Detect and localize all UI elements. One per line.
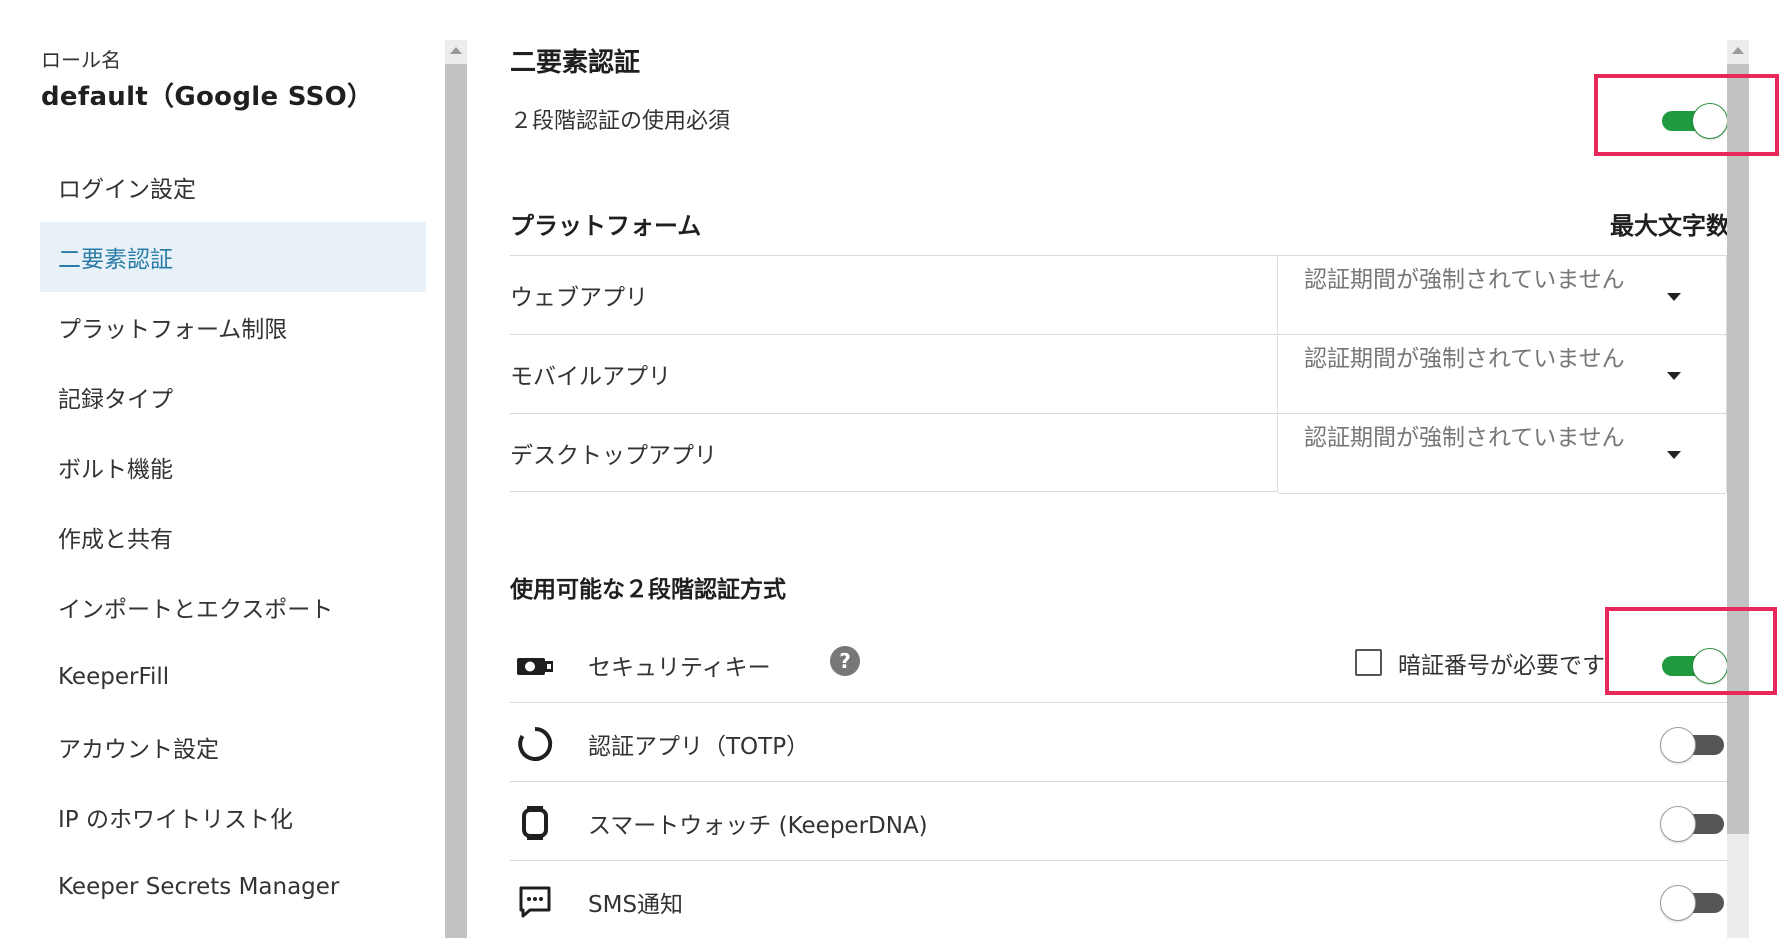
- authenticator-app-icon: [518, 726, 553, 761]
- select-value: 認証期間が強制されていません: [1304, 346, 1625, 372]
- smartwatch-icon: [522, 806, 548, 840]
- sidebar-item-login-settings[interactable]: ログイン設定: [40, 152, 426, 222]
- sidebar-item-account-settings[interactable]: アカウント設定: [40, 712, 426, 782]
- sidebar: ロール名 default（Google SSO） ログイン設定 二要素認証 プラ…: [0, 0, 445, 938]
- platform-timeout-select-desktop[interactable]: 認証期間が強制されていません: [1277, 413, 1727, 494]
- sidebar-item-platform-restrictions[interactable]: プラットフォーム制限: [40, 292, 426, 362]
- totp-toggle[interactable]: [1660, 727, 1726, 763]
- platform-timeout-select-mobile[interactable]: 認証期間が強制されていません: [1277, 334, 1727, 415]
- sidebar-nav: ログイン設定 二要素認証 プラットフォーム制限 記録タイプ ボルト機能 作成と共…: [40, 152, 426, 922]
- sidebar-item-record-types[interactable]: 記録タイプ: [40, 362, 426, 432]
- method-label: セキュリティキー: [588, 655, 771, 681]
- caret-down-icon: [1667, 451, 1681, 459]
- sidebar-scroll-thumb[interactable]: [445, 64, 467, 938]
- platform-header: プラットフォーム: [510, 212, 702, 240]
- methods-header: 使用可能な２段階認証方式: [510, 577, 786, 603]
- require-pin-label: 暗証番号が必要です: [1398, 653, 1605, 679]
- method-label: スマートウォッチ (KeeperDNA): [588, 813, 928, 839]
- toggle-knob: [1660, 885, 1696, 921]
- sidebar-item-keeperfill[interactable]: KeeperFill: [40, 642, 426, 712]
- sidebar-item-ip-whitelist[interactable]: IP のホワイトリスト化: [40, 782, 426, 852]
- page-title: 二要素認証: [510, 48, 641, 78]
- method-row-sms: SMS通知: [510, 861, 1727, 938]
- sms-toggle[interactable]: [1660, 885, 1726, 921]
- platform-row-mobile: モバイルアプリ 認証期間が強制されていません: [510, 334, 1727, 415]
- method-row-smartwatch: スマートウォッチ (KeeperDNA): [510, 782, 1727, 861]
- sidebar-item-secrets-manager[interactable]: Keeper Secrets Manager: [40, 852, 426, 922]
- sidebar-item-two-factor[interactable]: 二要素認証: [40, 222, 426, 292]
- role-name: default（Google SSO）: [41, 82, 374, 112]
- main-panel: 二要素認証 ２段階認証の使用必須 プラットフォーム 最大文字数 ウェブアプリ 認…: [510, 0, 1730, 938]
- toggle-knob: [1660, 727, 1696, 763]
- method-row-security-key: セキュリティキー ? 暗証番号が必要です: [510, 624, 1728, 703]
- main-scrollbar[interactable]: [1727, 40, 1749, 938]
- smartwatch-toggle[interactable]: [1660, 806, 1726, 842]
- platform-name: ウェブアプリ: [510, 285, 648, 311]
- scroll-up-arrow-icon[interactable]: [450, 47, 462, 54]
- sms-icon: [519, 886, 551, 918]
- role-label: ロール名: [41, 48, 121, 72]
- sidebar-item-creating-sharing[interactable]: 作成と共有: [40, 502, 426, 572]
- platform-row-desktop: デスクトップアプリ 認証期間が強制されていません: [510, 413, 1727, 494]
- main-scroll-thumb[interactable]: [1727, 64, 1749, 834]
- platform-name: デスクトップアプリ: [510, 443, 717, 469]
- highlight-box-security-key: [1605, 607, 1777, 695]
- sidebar-scrollbar[interactable]: [445, 40, 467, 938]
- require-2fa-label: ２段階認証の使用必須: [510, 109, 731, 134]
- require-pin-checkbox[interactable]: [1355, 649, 1382, 676]
- platform-table: ウェブアプリ 認証期間が強制されていません モバイルアプリ 認証期間が強制されて…: [510, 255, 1727, 494]
- select-value: 認証期間が強制されていません: [1304, 267, 1625, 293]
- highlight-box-require-2fa: [1594, 74, 1779, 156]
- security-key-icon: [517, 658, 553, 675]
- sidebar-item-import-export[interactable]: インポートとエクスポート: [40, 572, 426, 642]
- platform-timeout-select-web[interactable]: 認証期間が強制されていません: [1277, 255, 1727, 336]
- help-icon[interactable]: ?: [830, 646, 860, 676]
- max-length-header: 最大文字数: [1610, 212, 1730, 240]
- platform-name: モバイルアプリ: [510, 364, 671, 390]
- select-value: 認証期間が強制されていません: [1304, 425, 1625, 451]
- method-row-totp: 認証アプリ（TOTP）: [510, 703, 1727, 782]
- caret-down-icon: [1667, 293, 1681, 301]
- method-label: 認証アプリ（TOTP）: [588, 734, 810, 760]
- method-label: SMS通知: [588, 892, 684, 918]
- toggle-knob: [1660, 806, 1696, 842]
- scroll-up-arrow-icon[interactable]: [1732, 47, 1744, 54]
- sidebar-item-vault-features[interactable]: ボルト機能: [40, 432, 426, 502]
- platform-row-web: ウェブアプリ 認証期間が強制されていません: [510, 255, 1727, 336]
- caret-down-icon: [1667, 372, 1681, 380]
